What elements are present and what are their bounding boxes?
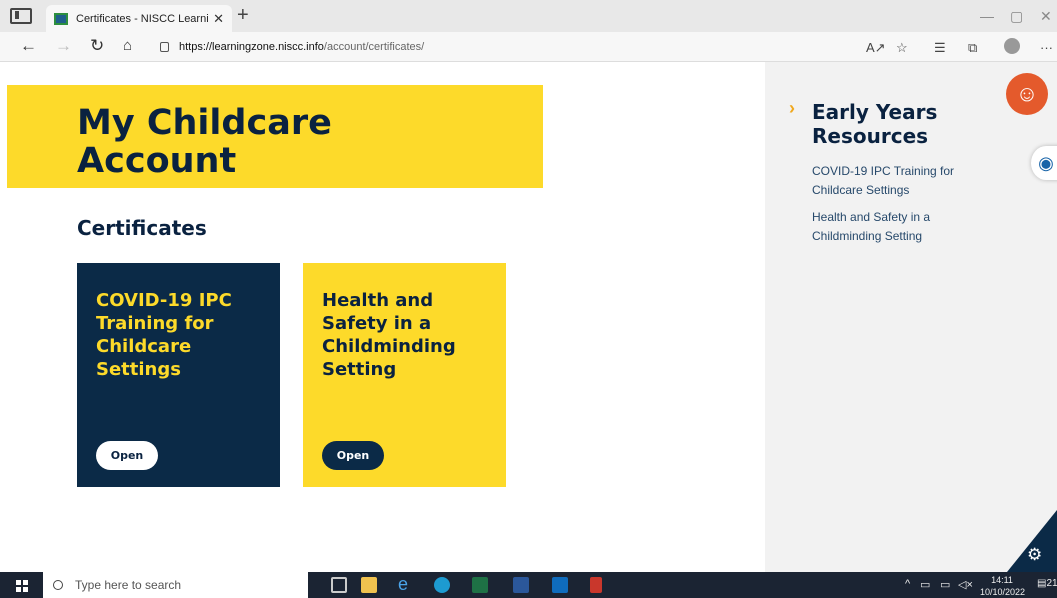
task-view-icon[interactable] bbox=[331, 577, 347, 593]
profile-avatar[interactable] bbox=[1004, 38, 1020, 54]
start-icon[interactable] bbox=[16, 580, 28, 592]
browser-tab-bar: Certificates - NISCC Learning Zo ✕ + — ▢… bbox=[0, 0, 1057, 32]
home-icon[interactable]: ⌂ bbox=[123, 37, 132, 54]
more-menu-icon[interactable]: ··· bbox=[1040, 40, 1053, 55]
network-icon[interactable]: ▭ bbox=[920, 578, 930, 591]
system-clock[interactable]: 14:11 10/10/2022 bbox=[980, 574, 1026, 598]
minimize-icon[interactable]: — bbox=[980, 8, 994, 24]
back-icon[interactable]: ← bbox=[20, 36, 37, 56]
pinned-app-icon[interactable] bbox=[590, 577, 602, 593]
url-path: /account/certificates/ bbox=[323, 41, 425, 53]
tab-actions-icon[interactable] bbox=[10, 8, 32, 24]
edge-icon[interactable] bbox=[434, 577, 450, 593]
collections-icon[interactable]: ⧉ bbox=[968, 40, 977, 56]
tab-title: Certificates - NISCC Learning Zo bbox=[76, 12, 209, 25]
forward-icon[interactable]: → bbox=[55, 36, 72, 56]
resources-sidebar: › Early Years Resources COVID-19 IPC Tra… bbox=[765, 62, 1057, 572]
lock-icon bbox=[160, 42, 169, 52]
volume-icon[interactable]: ◁× bbox=[958, 578, 973, 591]
favorites-icon[interactable]: ☰ bbox=[934, 40, 946, 56]
page-title: My Childcare Account bbox=[77, 103, 332, 181]
search-icon bbox=[53, 580, 63, 590]
open-certificate-button[interactable]: Open bbox=[322, 441, 384, 470]
clock-time: 14:11 bbox=[991, 575, 1013, 585]
close-window-icon[interactable]: ✕ bbox=[1040, 8, 1052, 25]
new-tab-icon[interactable]: + bbox=[237, 4, 249, 27]
outlook-icon[interactable] bbox=[552, 577, 568, 593]
chevron-right-icon: › bbox=[789, 98, 795, 118]
read-aloud-icon[interactable]: A↗ bbox=[866, 40, 886, 56]
windows-taskbar: Type here to search e ^ ▭ ▭ ◁× 14:11 10/… bbox=[0, 572, 1057, 598]
notifications-icon[interactable]: ▤21 bbox=[1037, 578, 1057, 589]
word-icon[interactable] bbox=[513, 577, 529, 593]
favorites-add-icon[interactable]: ☆ bbox=[896, 40, 908, 56]
internet-explorer-icon[interactable]: e bbox=[398, 574, 414, 594]
open-certificate-button[interactable]: Open bbox=[96, 441, 158, 470]
browser-tab[interactable]: Certificates - NISCC Learning Zo ✕ bbox=[46, 5, 232, 32]
hero-banner: My Childcare Account bbox=[7, 85, 543, 188]
close-tab-icon[interactable]: ✕ bbox=[213, 11, 224, 27]
browser-address-row: ← → ↻ ⌂ https://learningzone.niscc.info /… bbox=[0, 32, 1057, 62]
certificate-title: COVID-19 IPC Training for Childcare Sett… bbox=[96, 290, 232, 380]
clock-date: 10/10/2022 bbox=[980, 587, 1026, 597]
tray-chevron-icon[interactable]: ^ bbox=[905, 578, 910, 590]
sidebar-title: Early Years Resources bbox=[812, 100, 938, 148]
search-placeholder: Type here to search bbox=[75, 578, 182, 592]
restore-icon[interactable]: ▢ bbox=[1010, 8, 1023, 25]
certificate-card-covid: COVID-19 IPC Training for Childcare Sett… bbox=[77, 263, 280, 487]
file-explorer-icon[interactable] bbox=[361, 577, 377, 593]
accessibility-icon[interactable]: ☺ bbox=[1006, 73, 1048, 115]
site-favicon-icon bbox=[54, 12, 68, 25]
hearing-assist-icon[interactable]: ◉ bbox=[1031, 146, 1057, 180]
certificate-card-health-safety: Health and Safety in a Childminding Sett… bbox=[303, 263, 506, 487]
display-icon[interactable]: ▭ bbox=[940, 578, 950, 591]
certificate-title: Health and Safety in a Childminding Sett… bbox=[322, 290, 456, 380]
taskbar-search[interactable]: Type here to search bbox=[43, 572, 308, 598]
sidebar-link-covid[interactable]: COVID-19 IPC Training for Childcare Sett… bbox=[812, 162, 982, 200]
refresh-icon[interactable]: ↻ bbox=[90, 36, 104, 56]
notification-count: 21 bbox=[1046, 578, 1057, 589]
url-host: https://learningzone.niscc.info bbox=[179, 41, 324, 53]
sidebar-link-health-safety[interactable]: Health and Safety in a Childminding Sett… bbox=[812, 208, 982, 246]
excel-icon[interactable] bbox=[472, 577, 488, 593]
address-bar[interactable]: https://learningzone.niscc.info/account/… bbox=[160, 36, 680, 58]
section-title: Certificates bbox=[77, 216, 207, 240]
page-content: My Childcare Account Certificates COVID-… bbox=[0, 62, 1057, 572]
settings-icon[interactable]: ⚙ bbox=[1027, 545, 1042, 565]
